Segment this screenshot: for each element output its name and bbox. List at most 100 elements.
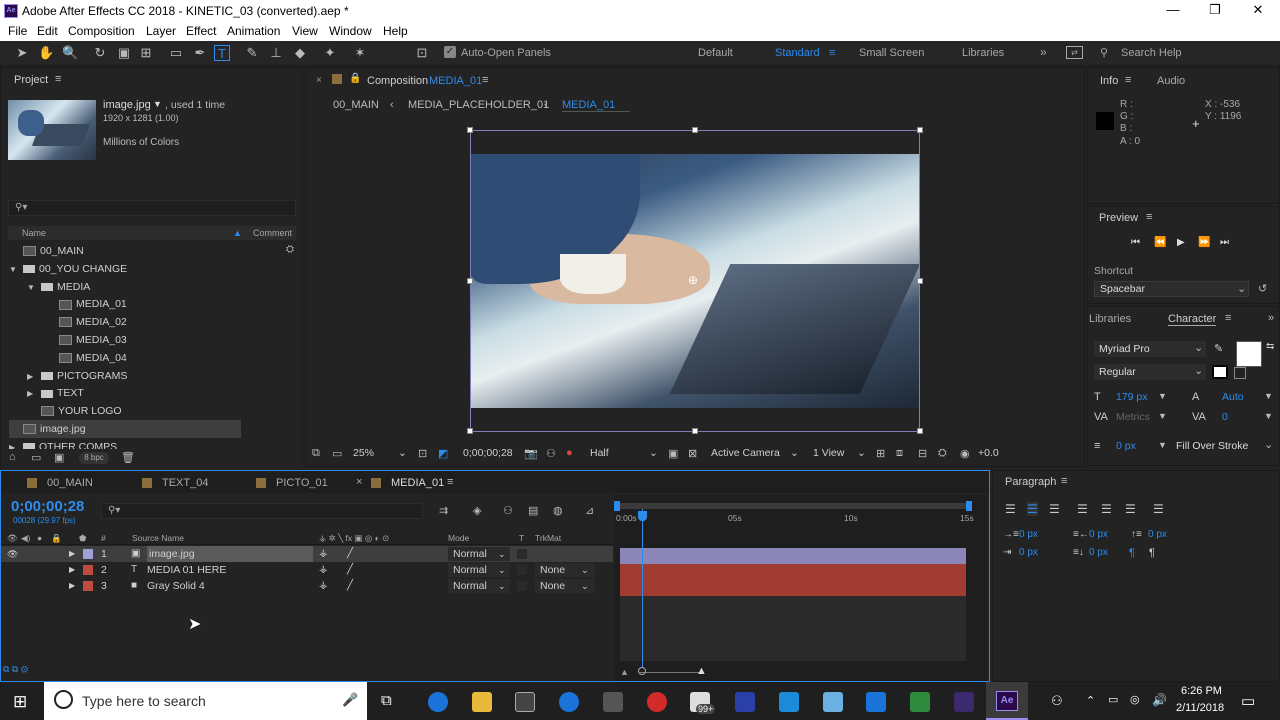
zoom-dropdown-arrow-icon[interactable]: ⌄	[398, 446, 407, 461]
preserve-transparency-checkbox[interactable]	[517, 549, 527, 559]
transform-handle[interactable]	[467, 428, 473, 434]
new-folder-icon[interactable]: ▭	[31, 451, 41, 464]
zoom-slider-track[interactable]	[640, 672, 700, 673]
last-frame-icon[interactable]: ⏭	[1220, 237, 1229, 248]
item-dropdown-icon[interactable]: ▼	[153, 99, 162, 109]
transform-handle[interactable]	[917, 428, 923, 434]
shortcut-dropdown[interactable]: Spacebar ⌄	[1094, 281, 1249, 297]
lock-switch-icon[interactable]: 🔒	[51, 533, 62, 544]
label-column-icon[interactable]: ⬟	[79, 533, 86, 544]
clone-stamp-tool-icon[interactable]: ⊥	[268, 45, 284, 61]
work-area-end-handle[interactable]	[966, 501, 972, 511]
task-view-icon[interactable]: ⧉	[381, 692, 392, 709]
quality-switch-icon[interactable]: ╱	[347, 578, 353, 594]
puppet-tool-icon[interactable]: ✶	[352, 45, 368, 61]
transform-handle[interactable]	[692, 127, 698, 133]
transform-handle[interactable]	[467, 278, 473, 284]
eyedropper-icon[interactable]: ✎	[1214, 342, 1223, 355]
eraser-tool-icon[interactable]: ◆	[292, 45, 308, 61]
calculator-icon[interactable]	[603, 692, 623, 712]
info-tab[interactable]: Info	[1100, 75, 1118, 87]
microphone-icon[interactable]: 🎤	[342, 692, 358, 708]
store-icon[interactable]	[515, 692, 535, 712]
previous-frame-icon[interactable]: ⏪	[1154, 237, 1166, 248]
app-window-icon[interactable]	[779, 692, 799, 712]
chevron-down-icon[interactable]: ▼	[1158, 391, 1167, 401]
shy-switch-icon[interactable]: ⚶	[319, 546, 328, 562]
after-effects-taskbar-button[interactable]: Ae	[986, 682, 1028, 720]
menu-effect[interactable]: Effect	[186, 24, 216, 38]
zoom-slider-knob[interactable]	[638, 667, 646, 675]
col-preserve-transparency[interactable]: T	[519, 533, 524, 543]
timeline-icon[interactable]: ⊟	[918, 447, 927, 460]
show-hidden-icons-icon[interactable]: ⌃	[1086, 694, 1095, 707]
indent-right-value[interactable]: 0 px	[1089, 529, 1108, 540]
stroke-type-dropdown[interactable]: Fill Over Stroke	[1176, 440, 1248, 452]
menu-composition[interactable]: Composition	[68, 24, 135, 38]
menu-animation[interactable]: Animation	[227, 24, 280, 38]
transform-handle[interactable]	[467, 127, 473, 133]
workspace-libraries[interactable]: Libraries	[962, 47, 1004, 59]
camera-dropdown[interactable]: Active Camera	[711, 446, 780, 461]
snapshot-icon[interactable]: 📷	[524, 447, 538, 460]
anchor-point-icon[interactable]: ⊕	[688, 273, 698, 287]
first-line-indent-value[interactable]: 0 px	[1019, 547, 1038, 558]
battery-icon[interactable]: ▭	[1108, 693, 1118, 706]
comp-tab-name[interactable]: MEDIA_01	[429, 75, 482, 87]
motion-blur-icon[interactable]: ◍	[553, 504, 563, 517]
font-family-dropdown[interactable]: Myriad Pro ⌄	[1094, 341, 1206, 357]
toggle-pixel-icon[interactable]: ⊞	[876, 447, 885, 460]
preserve-transparency-checkbox[interactable]	[517, 581, 527, 591]
file-explorer-icon[interactable]	[472, 692, 492, 712]
fill-color-swatch[interactable]	[1236, 341, 1262, 367]
save-disk-icon[interactable]	[735, 692, 755, 712]
layer-1-duration-bar[interactable]	[620, 548, 966, 564]
chevron-down-icon[interactable]: ▼	[1158, 411, 1167, 421]
rtl-direction-icon[interactable]: ¶	[1149, 547, 1155, 559]
align-left-icon[interactable]: ☰	[1005, 502, 1016, 516]
breadcrumb-media-01[interactable]: MEDIA_01	[562, 99, 630, 112]
visibility-eye-icon[interactable]: 👁	[7, 546, 18, 562]
workspace-default[interactable]: Default	[698, 47, 733, 59]
justify-last-center-icon[interactable]: ☰	[1101, 502, 1112, 516]
paragraph-menu-icon[interactable]: ≡	[1061, 475, 1067, 487]
outlook-icon[interactable]	[866, 692, 886, 712]
close-comp-tab-icon[interactable]: ×	[316, 75, 322, 86]
shy-layers-icon[interactable]: ⚇	[503, 504, 513, 517]
reset-shortcut-icon[interactable]: ↺	[1258, 282, 1267, 295]
solo-switch-icon[interactable]: ●	[37, 533, 42, 543]
chevron-down-icon[interactable]: ⌄	[1264, 438, 1273, 451]
layer-row[interactable]: 👁 ▶ 1 ▣ image.jpg ⚶ ╱ Normal ⌄	[1, 546, 613, 562]
premiere-app-icon[interactable]	[954, 692, 974, 712]
clock-date[interactable]: 2/11/2018	[1176, 702, 1224, 714]
pen-tool-icon[interactable]: ✒	[192, 45, 208, 61]
ltr-direction-icon[interactable]: ¶	[1129, 547, 1135, 559]
timeline-search-input[interactable]: ⚲▾	[101, 503, 423, 519]
layer-2-duration-bar[interactable]	[620, 564, 966, 580]
always-preview-icon[interactable]: ⧉	[312, 447, 320, 460]
project-item[interactable]: ▶ TEXT	[27, 384, 84, 402]
menu-edit[interactable]: Edit	[37, 24, 58, 38]
zoom-out-icon[interactable]: ▲	[620, 667, 629, 677]
project-item[interactable]: ▼ 00_YOU CHANGE	[9, 260, 127, 278]
exposure-value[interactable]: +0.0	[978, 446, 999, 461]
justify-last-left-icon[interactable]: ☰	[1077, 502, 1088, 516]
chevron-down-icon[interactable]: ▼	[1264, 391, 1273, 401]
info-menu-icon[interactable]: ≡	[1125, 74, 1131, 86]
layer-label-color[interactable]	[83, 549, 93, 559]
teamviewer-icon[interactable]	[559, 692, 579, 712]
playhead-line[interactable]	[642, 509, 643, 667]
snapping-icon[interactable]: ⊡	[414, 45, 430, 61]
search-help-icon[interactable]: ⚲	[1100, 46, 1108, 59]
camera-dropdown-arrow-icon[interactable]: ⌄	[790, 446, 799, 461]
col-comment[interactable]: Comment	[253, 228, 292, 238]
col-mode[interactable]: Mode	[448, 533, 469, 543]
search-help-input[interactable]: Search Help	[1121, 47, 1182, 59]
flowchart-icon[interactable]: ⛭	[938, 447, 947, 460]
selection-tool-icon[interactable]: ➤	[14, 45, 30, 61]
video-switch-icon[interactable]: 👁	[7, 533, 18, 544]
bit-depth-button[interactable]: 8 bpc	[79, 452, 109, 464]
comp-tab-prefix[interactable]: Composition	[367, 75, 428, 87]
project-item[interactable]: YOUR LOGO	[27, 402, 122, 420]
transform-handle[interactable]	[917, 278, 923, 284]
